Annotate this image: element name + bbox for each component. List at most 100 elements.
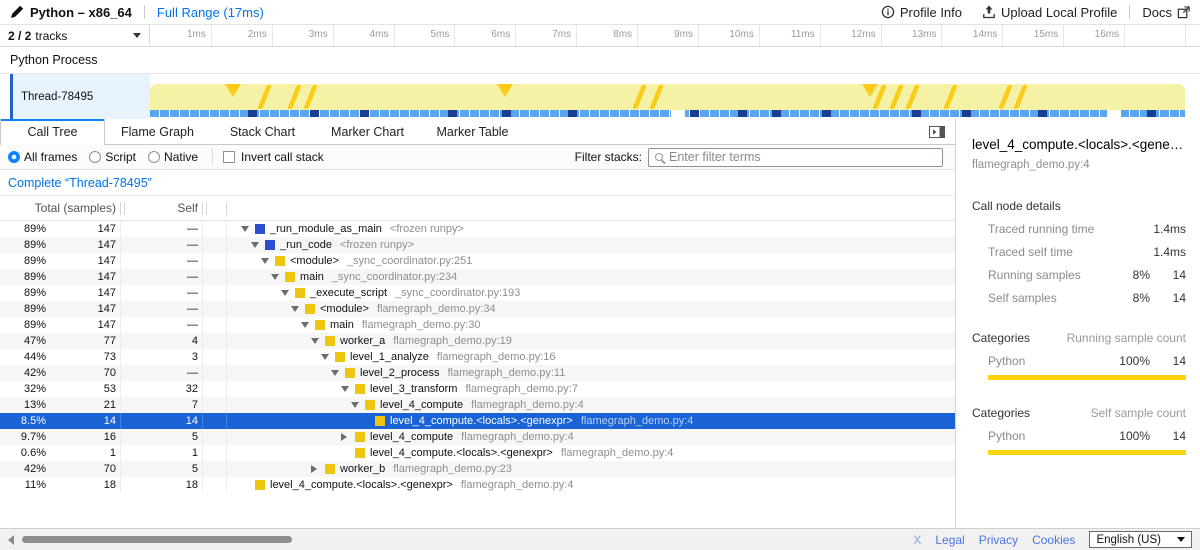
category-square-icon xyxy=(275,256,285,266)
call-tree-row[interactable]: 89%147—mainflamegraph_demo.py:30 xyxy=(0,317,955,333)
call-tree-panel: Call TreeFlame GraphStack ChartMarker Ch… xyxy=(0,119,955,528)
call-tree-row[interactable]: 89%147—_run_module_as_main<frozen runpy> xyxy=(0,221,955,237)
marker-slash-glyph[interactable] xyxy=(1014,85,1029,109)
radio-native[interactable]: Native xyxy=(148,150,198,164)
scroll-left-arrow[interactable] xyxy=(8,535,14,545)
radio-script[interactable]: Script xyxy=(89,150,136,164)
thread-track[interactable]: Thread-78495 xyxy=(0,74,1200,119)
marker-slash-glyph[interactable] xyxy=(303,85,318,109)
expand-collapse-twisty[interactable] xyxy=(301,317,315,333)
expand-collapse-twisty[interactable] xyxy=(341,381,355,397)
expand-collapse-twisty[interactable] xyxy=(351,397,365,413)
sample-strip[interactable] xyxy=(150,110,1185,117)
horizontal-scrollbar-thumb[interactable] xyxy=(22,536,292,543)
function-name: worker_b xyxy=(340,463,385,475)
marker-slash-glyph[interactable] xyxy=(943,85,958,109)
tab-marker-table[interactable]: Marker Table xyxy=(420,119,525,144)
column-divider xyxy=(202,202,207,215)
process-track-header[interactable]: Python Process xyxy=(0,47,1200,74)
call-tree-row[interactable]: 89%147—_run_code<frozen runpy> xyxy=(0,237,955,253)
function-name: worker_a xyxy=(340,335,385,347)
time-ruler-ticks[interactable]: 1ms2ms3ms4ms5ms6ms7ms8ms9ms10ms11ms12ms1… xyxy=(150,25,1185,46)
expand-collapse-twisty[interactable] xyxy=(281,285,295,301)
expand-collapse-twisty[interactable] xyxy=(271,269,285,285)
function-name: level_3_transform xyxy=(370,383,457,395)
tab-flame-graph[interactable]: Flame Graph xyxy=(105,119,210,144)
call-tree-row[interactable]: 13%217level_4_computeflamegraph_demo.py:… xyxy=(0,397,955,413)
footer-link-x[interactable]: X xyxy=(913,533,921,547)
call-tree-row[interactable]: 8.5%1414level_4_compute.<locals>.<genexp… xyxy=(0,413,955,429)
call-tree-row[interactable]: 0.6%11level_4_compute.<locals>.<genexpr>… xyxy=(0,445,955,461)
row-category-cell xyxy=(207,381,224,397)
thread-activity-graph[interactable] xyxy=(150,74,1185,119)
row-total-percent: 89% xyxy=(0,255,48,267)
marker-slash-glyph[interactable] xyxy=(889,85,904,109)
expand-collapse-twisty[interactable] xyxy=(291,301,305,317)
expand-collapse-twisty[interactable] xyxy=(241,221,255,237)
expand-collapse-twisty[interactable] xyxy=(251,237,265,253)
call-tree-row[interactable]: 42%705worker_bflamegraph_demo.py:23 xyxy=(0,461,955,477)
expand-collapse-twisty[interactable] xyxy=(311,461,325,477)
edit-profile-name-icon[interactable] xyxy=(10,5,24,19)
call-tree-row[interactable]: 32%5332level_3_transformflamegraph_demo.… xyxy=(0,381,955,397)
footer-link-legal[interactable]: Legal xyxy=(935,533,964,547)
expand-collapse-twisty[interactable] xyxy=(341,429,355,445)
sidebar-toggle-button[interactable] xyxy=(929,126,945,138)
column-header-total[interactable]: Total (samples) xyxy=(0,201,118,215)
call-tree-row[interactable]: 9.7%165level_4_computeflamegraph_demo.py… xyxy=(0,429,955,445)
thread-track-label[interactable]: Thread-78495 xyxy=(13,74,150,119)
tab-stack-chart[interactable]: Stack Chart xyxy=(210,119,315,144)
filter-input[interactable] xyxy=(669,150,936,164)
sample-segment xyxy=(310,110,319,117)
radio-all-frames[interactable]: All frames xyxy=(8,150,77,164)
marker-triangle-glyph[interactable] xyxy=(497,84,513,97)
sample-gap xyxy=(1107,110,1121,117)
row-total-percent: 89% xyxy=(0,223,48,235)
footer-link-privacy[interactable]: Privacy xyxy=(979,533,1018,547)
row-self-samples: 3 xyxy=(125,351,200,363)
process-label: Python Process xyxy=(10,53,98,67)
activity-graph[interactable] xyxy=(150,84,1185,110)
profile-info-button[interactable]: Profile Info xyxy=(881,5,962,20)
tracks-dropdown[interactable]: 2 / 2 tracks xyxy=(0,25,150,46)
expand-collapse-twisty[interactable] xyxy=(331,365,345,381)
call-tree-row[interactable]: 89%147—<module>flamegraph_demo.py:34 xyxy=(0,301,955,317)
docs-button[interactable]: Docs xyxy=(1142,5,1190,20)
language-select[interactable]: English (US) xyxy=(1089,531,1192,548)
sidebar-category-row: Python100%14 xyxy=(988,429,1186,443)
call-tree-row[interactable]: 42%70—level_2_processflamegraph_demo.py:… xyxy=(0,365,955,381)
row-total-percent: 89% xyxy=(0,287,48,299)
filter-search-box[interactable] xyxy=(648,148,943,167)
call-tree-row[interactable]: 89%147—main_sync_coordinator.py:234 xyxy=(0,269,955,285)
marker-slash-glyph[interactable] xyxy=(998,85,1013,109)
tab-marker-chart[interactable]: Marker Chart xyxy=(315,119,420,144)
marker-slash-glyph[interactable] xyxy=(905,85,920,109)
call-tree-row[interactable]: 44%733level_1_analyzeflamegraph_demo.py:… xyxy=(0,349,955,365)
expand-collapse-twisty[interactable] xyxy=(311,333,325,349)
expand-collapse-twisty[interactable] xyxy=(261,253,275,269)
column-header-self[interactable]: Self xyxy=(125,201,200,215)
row-total-percent: 13% xyxy=(0,399,48,411)
category-percent: 100% xyxy=(1110,354,1150,368)
invert-call-stack-checkbox[interactable]: Invert call stack xyxy=(223,150,324,164)
call-tree-row[interactable]: 89%147—<module>_sync_coordinator.py:251 xyxy=(0,253,955,269)
tab-call-tree[interactable]: Call Tree xyxy=(0,119,105,144)
marker-triangle-glyph[interactable] xyxy=(862,84,878,97)
expand-collapse-twisty[interactable] xyxy=(321,349,335,365)
marker-slash-glyph[interactable] xyxy=(257,85,272,109)
marker-slash-glyph[interactable] xyxy=(287,85,302,109)
marker-triangle-glyph[interactable] xyxy=(225,84,241,97)
footer-link-cookies[interactable]: Cookies xyxy=(1032,533,1075,547)
sample-segment xyxy=(568,110,577,117)
twisty-triangle-icon xyxy=(241,226,249,232)
upload-profile-button[interactable]: Upload Local Profile xyxy=(982,5,1117,20)
call-tree-row[interactable]: 11%1818level_4_compute.<locals>.<genexpr… xyxy=(0,477,955,493)
sample-segment xyxy=(962,110,971,117)
full-range-link[interactable]: Full Range (17ms) xyxy=(157,5,264,20)
marker-slash-glyph[interactable] xyxy=(649,85,664,109)
marker-slash-glyph[interactable] xyxy=(633,85,648,109)
category-square-icon xyxy=(335,352,345,362)
call-tree-row[interactable]: 89%147—_execute_script_sync_coordinator.… xyxy=(0,285,955,301)
breadcrumb-root-link[interactable]: Complete “Thread-78495” xyxy=(8,176,152,190)
call-tree-row[interactable]: 47%774worker_aflamegraph_demo.py:19 xyxy=(0,333,955,349)
